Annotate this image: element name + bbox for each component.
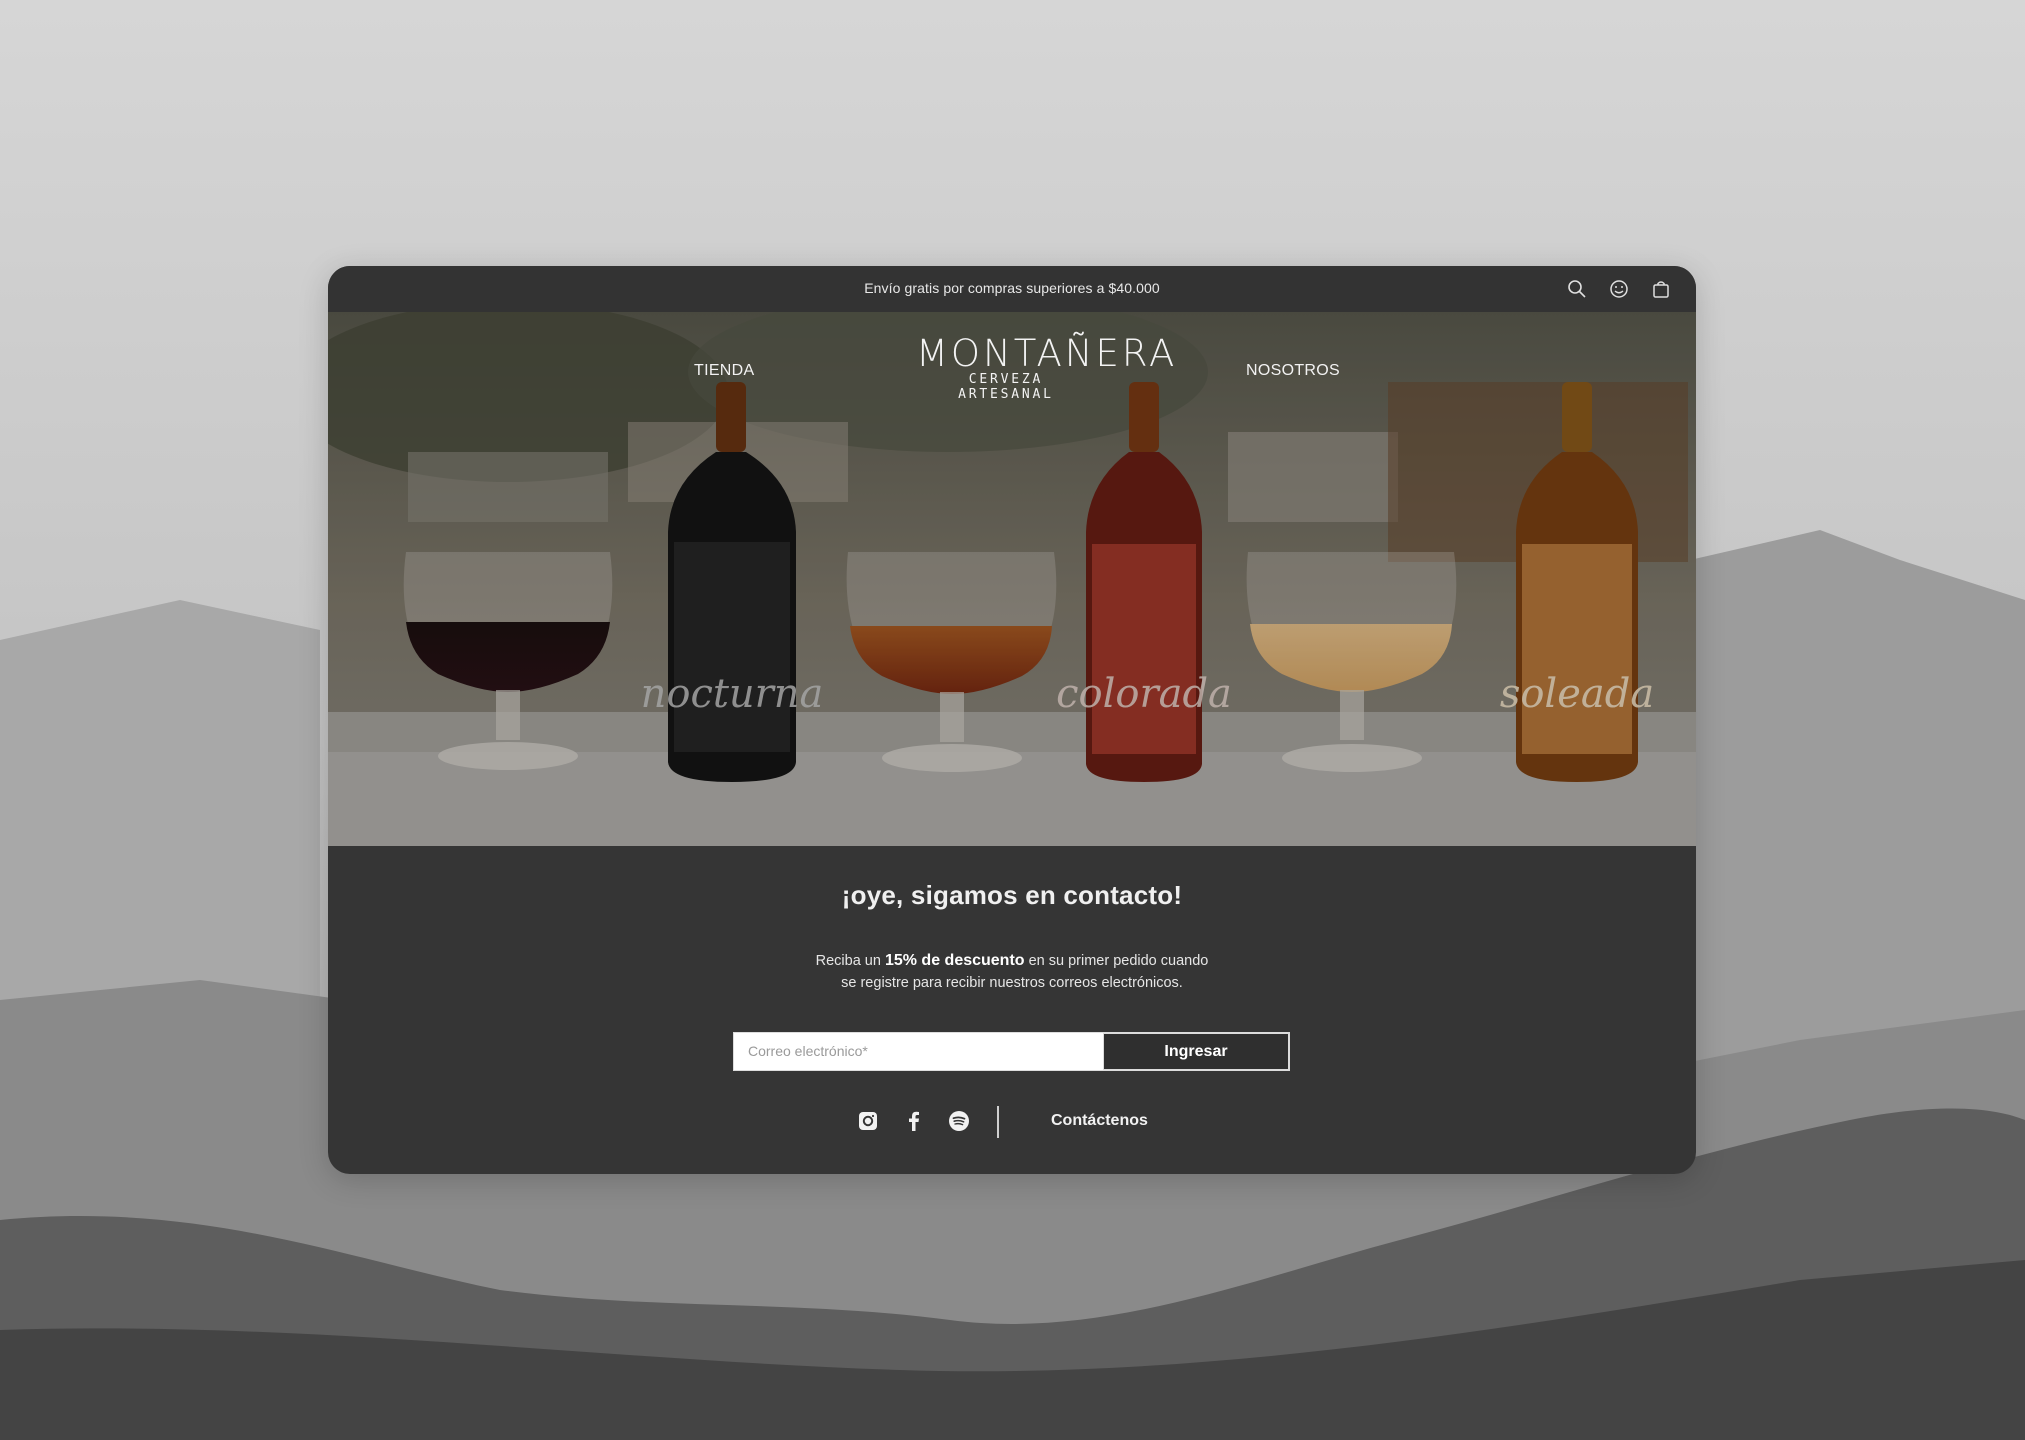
search-icon[interactable] <box>1566 278 1588 300</box>
newsletter-form: Correo electrónico* Ingresar <box>733 1032 1290 1071</box>
submit-button[interactable]: Ingresar <box>1104 1032 1290 1071</box>
nav-link-nosotros[interactable]: NOSOTROS <box>1246 362 1340 380</box>
instagram-icon[interactable] <box>857 1110 879 1132</box>
hero-banner: nocturna colorada soleada TIENDA MONTAÑE… <box>328 312 1696 846</box>
divider <box>997 1106 999 1138</box>
nav-link-tienda[interactable]: TIENDA <box>694 362 754 380</box>
desc-line2: se registre para recibir nuestros correo… <box>841 975 1183 991</box>
email-field[interactable]: Correo electrónico* <box>733 1032 1104 1071</box>
announcement-bar: Envío gratis por compras superiores a $4… <box>328 266 1696 312</box>
shipping-announcement: Envío gratis por compras superiores a $4… <box>864 280 1160 296</box>
newsletter-description: Reciba un 15% de descuento en su primer … <box>328 950 1696 994</box>
facebook-icon[interactable] <box>903 1110 925 1132</box>
brand-name: MONTAÑERA <box>916 332 1178 375</box>
desc-prefix: Reciba un <box>815 953 885 969</box>
social-links: Contáctenos <box>328 1102 1696 1138</box>
contact-link[interactable]: Contáctenos <box>1051 1112 1148 1130</box>
newsletter-headline: ¡oye, sigamos en contacto! <box>841 880 1183 910</box>
newsletter-section: ¡oye, sigamos en contacto! Reciba un 15%… <box>328 846 1696 1174</box>
spotify-icon[interactable] <box>948 1110 970 1132</box>
brand-logo[interactable]: MONTAÑERA CERVEZA ARTESANAL <box>916 332 1178 403</box>
desc-suffix: en su primer pedido cuando <box>1024 953 1209 969</box>
discount-highlight: 15% de descuento <box>884 952 1025 969</box>
newsletter-card: Envío gratis por compras superiores a $4… <box>328 266 1696 1174</box>
brand-tagline: CERVEZA ARTESANAL <box>958 372 1054 402</box>
account-icon[interactable] <box>1608 278 1630 300</box>
bag-icon[interactable] <box>1650 278 1672 300</box>
